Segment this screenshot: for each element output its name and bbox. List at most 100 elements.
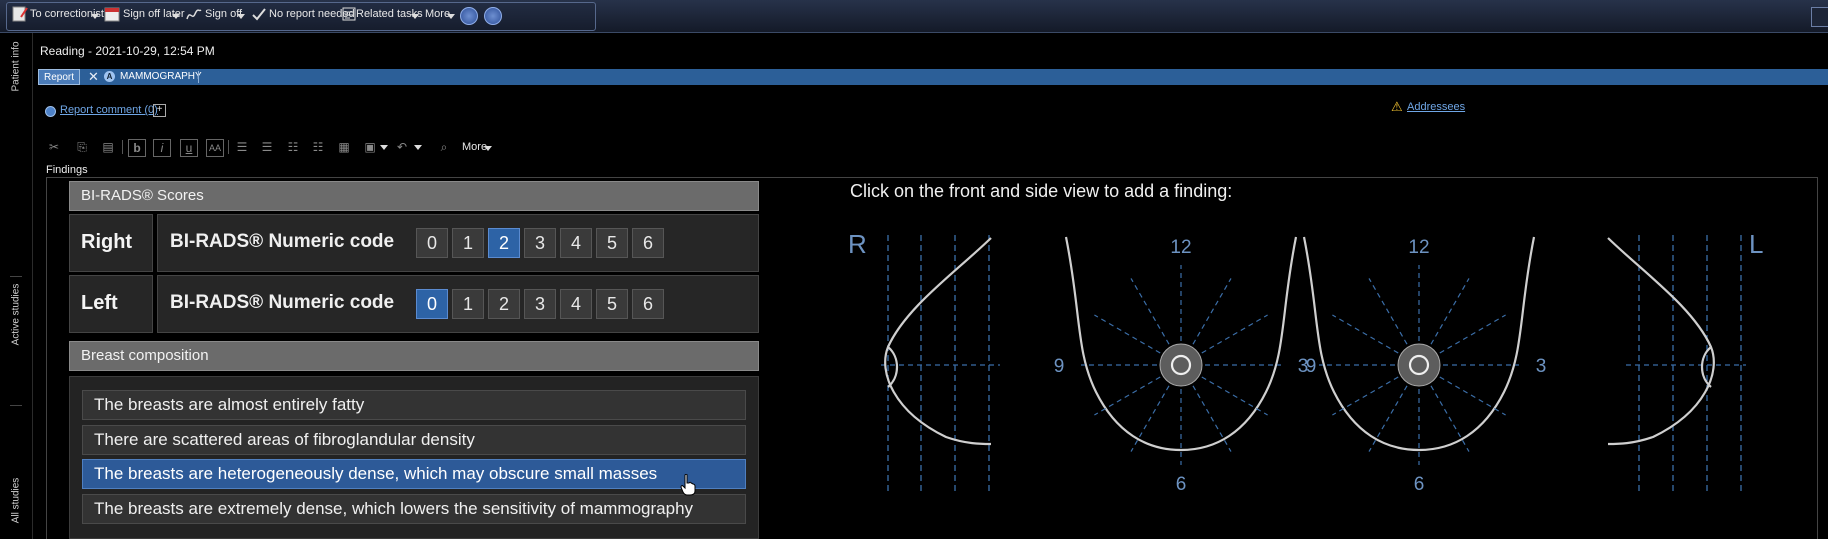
chevron-down-icon[interactable] xyxy=(237,14,245,19)
clock-ray xyxy=(1439,376,1506,416)
birads-option[interactable]: 6 xyxy=(632,289,664,319)
undo-icon[interactable]: ↶ xyxy=(394,139,410,155)
birads-header: BI-RADS® Scores xyxy=(69,181,759,211)
sign-off-later-icon[interactable] xyxy=(104,6,120,22)
italic-icon[interactable]: i xyxy=(153,139,171,157)
chevron-down-icon[interactable] xyxy=(484,146,492,151)
clock-ray xyxy=(1094,314,1161,354)
clock-ray xyxy=(1439,314,1506,354)
numeric-code-label: BI-RADS® Numeric code xyxy=(170,292,395,313)
left-lateral-view[interactable]: L xyxy=(1607,229,1763,494)
warning-icon: ⚠ xyxy=(1391,99,1403,114)
hand-cursor-icon xyxy=(680,474,696,496)
to-correctionist-icon[interactable] xyxy=(12,6,28,22)
signature-icon[interactable] xyxy=(186,6,202,22)
clock-label-9: 9 xyxy=(1306,356,1317,377)
right-lateral-view[interactable]: R xyxy=(848,229,1000,494)
birads-option[interactable]: 1 xyxy=(452,228,484,258)
divider xyxy=(10,405,22,406)
undo-circle-icon[interactable] xyxy=(484,7,502,25)
cut-icon[interactable]: ✂ xyxy=(46,139,62,155)
tab-report[interactable]: Report xyxy=(38,69,80,85)
chevron-down-icon[interactable] xyxy=(172,14,180,19)
composition-option[interactable]: There are scattered areas of fibroglandu… xyxy=(82,425,746,455)
clock-ray xyxy=(1332,376,1399,416)
chevron-down-icon[interactable] xyxy=(411,14,419,19)
insert-icon[interactable]: ▣ xyxy=(362,139,378,155)
clock-ray xyxy=(1192,385,1232,452)
numbered-list-icon[interactable]: ☷ xyxy=(310,139,326,155)
divider xyxy=(10,276,22,277)
birads-option[interactable]: 4 xyxy=(560,289,592,319)
underline-icon[interactable]: u xyxy=(180,139,198,157)
clock-label-6: 6 xyxy=(1176,474,1187,495)
tab-bar xyxy=(38,69,1828,85)
clock-ray xyxy=(1094,376,1161,416)
chevron-down-icon[interactable] xyxy=(447,14,455,19)
composition-option[interactable]: The breasts are almost entirely fatty xyxy=(82,390,746,420)
copy-icon[interactable]: ⎘ xyxy=(74,139,90,155)
chevron-down-icon[interactable] xyxy=(91,14,99,19)
bold-icon[interactable]: b xyxy=(128,139,146,157)
birads-option[interactable]: 0 xyxy=(416,228,448,258)
divider xyxy=(198,71,199,83)
birads-option[interactable]: 5 xyxy=(596,289,628,319)
add-comment-icon[interactable]: + xyxy=(153,104,166,117)
font-size-icon[interactable]: AA xyxy=(206,139,224,157)
related-tasks-icon[interactable] xyxy=(341,6,357,22)
tab-mammography[interactable]: MAMMOGRAPHY xyxy=(120,69,202,85)
composition-option[interactable]: The breasts are extremely dense, which l… xyxy=(82,494,746,524)
panel-toggle-icon[interactable] xyxy=(1811,7,1828,27)
clock-label-3: 3 xyxy=(1536,356,1547,377)
all-studies-tab[interactable]: All studies xyxy=(11,478,22,524)
right-code-row: BI-RADS® Numeric code 0123456 xyxy=(157,214,759,272)
clock-ray xyxy=(1201,314,1268,354)
birads-option[interactable]: 6 xyxy=(632,228,664,258)
chevron-down-icon[interactable] xyxy=(380,145,388,150)
align-left-icon[interactable]: ☰ xyxy=(234,139,250,155)
chevron-down-icon[interactable] xyxy=(414,145,422,150)
birads-option[interactable]: 1 xyxy=(452,289,484,319)
birads-option[interactable]: 5 xyxy=(596,228,628,258)
bullet-list-icon[interactable]: ☷ xyxy=(285,139,301,155)
study-badge-icon: A xyxy=(104,71,115,82)
birads-option[interactable]: 4 xyxy=(560,228,592,258)
birads-option[interactable]: 2 xyxy=(488,289,520,319)
clock-label-12: 12 xyxy=(1408,237,1429,258)
clock-label-6: 6 xyxy=(1414,474,1425,495)
birads-option[interactable]: 3 xyxy=(524,289,556,319)
birads-option-selected[interactable]: 2 xyxy=(488,228,520,258)
pause-icon[interactable] xyxy=(460,7,478,25)
birads-option-selected[interactable]: 0 xyxy=(416,289,448,319)
addressees-link[interactable]: Addressees xyxy=(1407,101,1465,113)
paste-icon[interactable]: ▤ xyxy=(100,139,116,155)
composition-header: Breast composition xyxy=(69,341,759,371)
left-clock-view[interactable]: 12 6 9 3 xyxy=(1302,236,1547,495)
clock-ray xyxy=(1192,278,1232,345)
collapse-icon[interactable] xyxy=(45,106,56,117)
table-icon[interactable]: ▦ xyxy=(336,139,352,155)
clock-ray xyxy=(1332,314,1399,354)
clock-ray xyxy=(1430,278,1470,345)
composition-option-selected[interactable]: The breasts are heterogeneously dense, w… xyxy=(82,459,746,489)
clock-ray xyxy=(1130,385,1170,452)
checkmark-icon[interactable] xyxy=(251,6,267,22)
spellcheck-icon[interactable]: ⌕ xyxy=(436,139,452,155)
breast-diagram[interactable]: R 12 6 9 3 12 6 9 3 L xyxy=(846,222,1776,502)
align-right-icon[interactable]: ☰ xyxy=(259,139,275,155)
birads-option[interactable]: 3 xyxy=(524,228,556,258)
patient-info-tab[interactable]: Patient info xyxy=(11,41,22,91)
close-icon[interactable]: ✕ xyxy=(88,69,99,85)
diagram-instruction: Click on the front and side view to add … xyxy=(850,181,1233,201)
numeric-code-label: BI-RADS® Numeric code xyxy=(170,231,395,252)
active-studies-tab[interactable]: Active studies xyxy=(11,284,22,346)
clock-label-9: 9 xyxy=(1054,356,1065,377)
report-comment-link[interactable]: Report comment (0) xyxy=(60,104,158,116)
side-rail: Patient info Active studies All studies xyxy=(0,33,33,539)
findings-label: Findings xyxy=(46,164,88,176)
right-clock-view[interactable]: 12 6 9 3 xyxy=(1054,236,1309,495)
left-side-label: Left xyxy=(69,275,153,333)
clock-ray xyxy=(1201,376,1268,416)
top-toolbar: To correctionist Sign off later Sign off… xyxy=(0,0,1828,33)
clock-label-12: 12 xyxy=(1170,237,1191,258)
